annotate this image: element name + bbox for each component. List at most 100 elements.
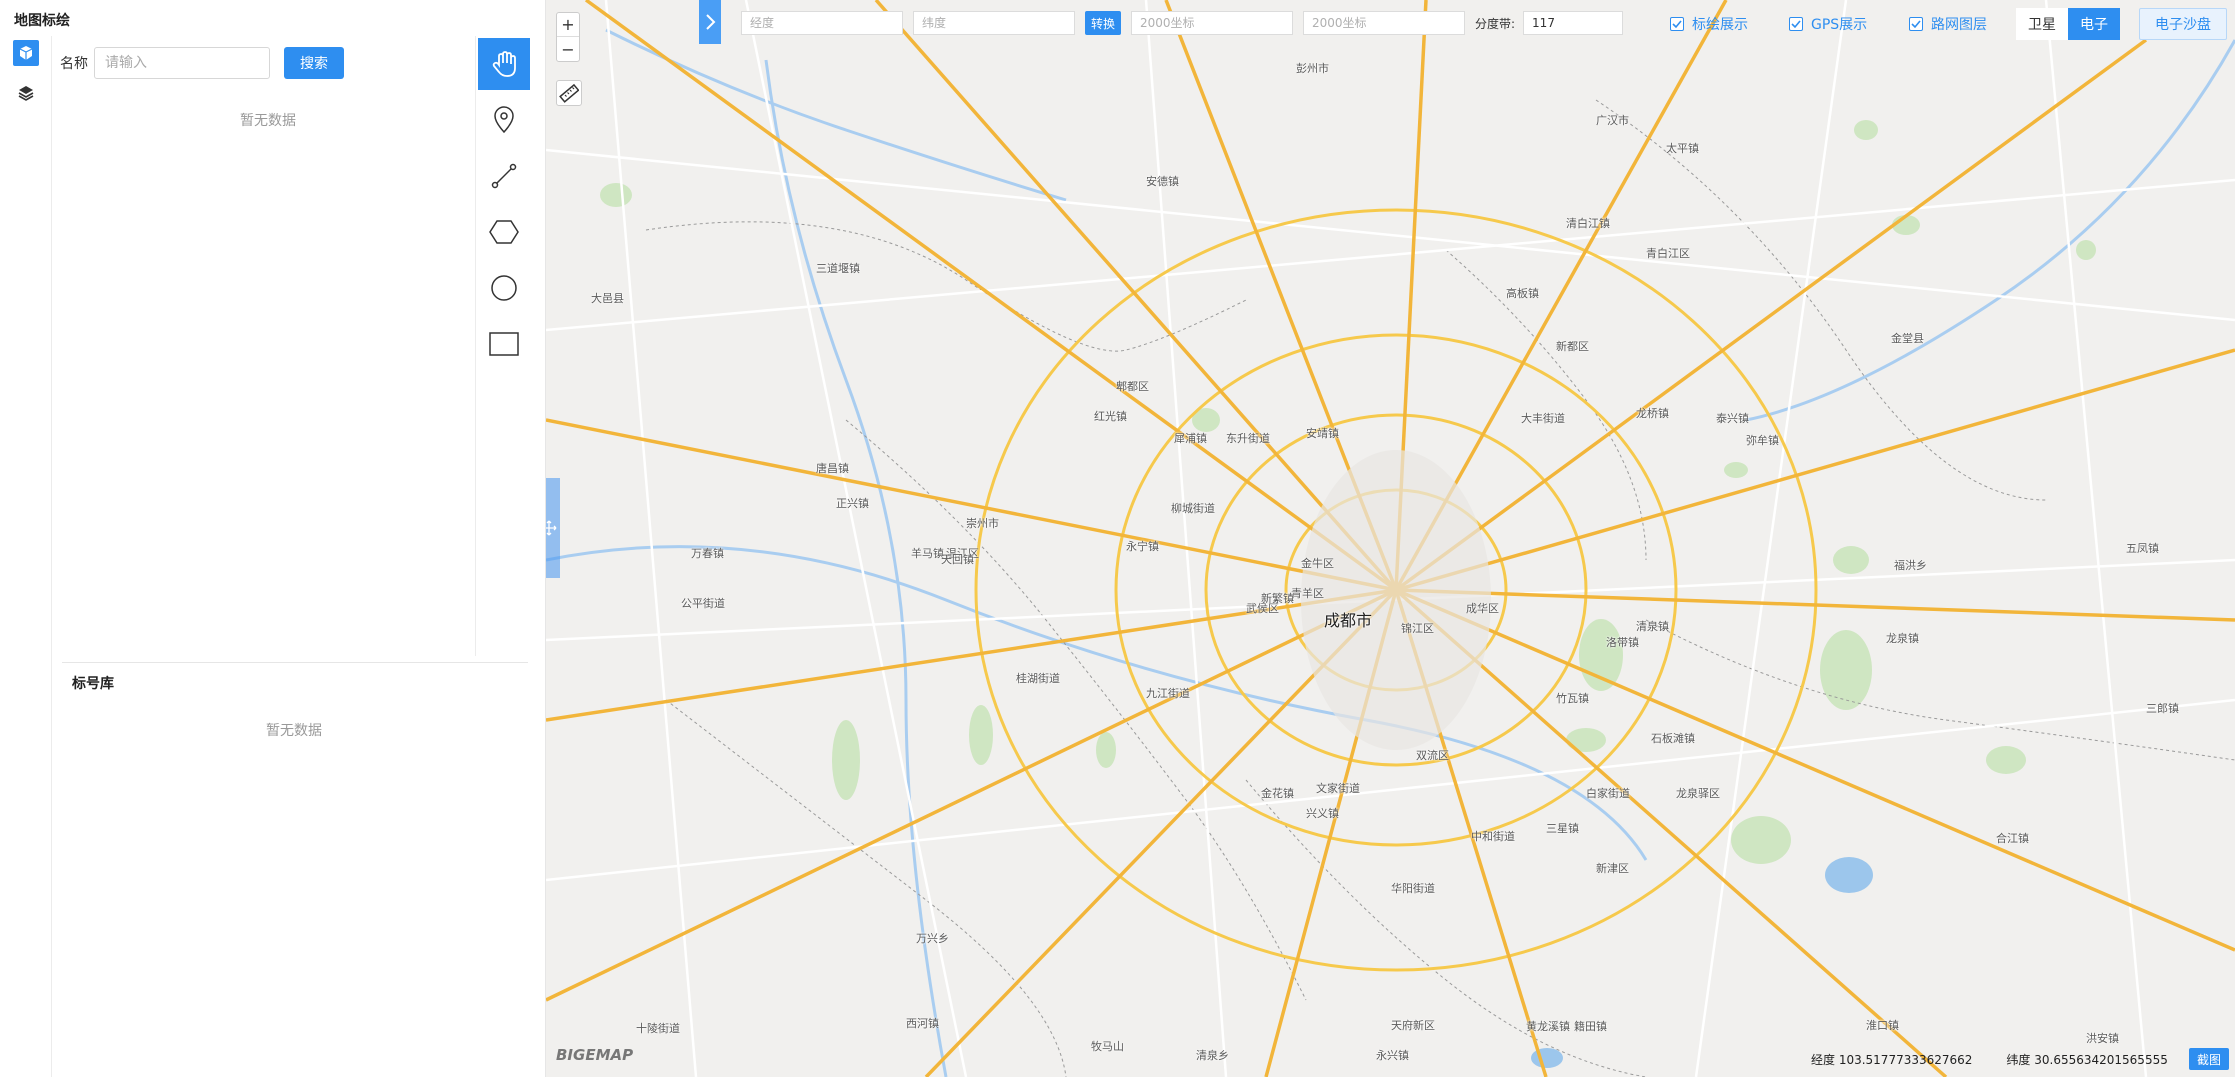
satellite-button[interactable]: 卫星: [2016, 8, 2068, 40]
x2000-input[interactable]: [1131, 11, 1293, 35]
search-button[interactable]: 搜索: [284, 47, 344, 79]
latitude-readout: 纬度 30.655634201565555: [2006, 1053, 2168, 1067]
layers-icon[interactable]: [13, 80, 39, 106]
search-input[interactable]: [94, 47, 270, 79]
convert-button[interactable]: 转换: [1085, 11, 1121, 35]
place-label: 西河镇: [906, 1017, 939, 1030]
place-label: 白家街道: [1586, 787, 1630, 800]
place-label: 万春镇: [691, 547, 724, 560]
place-label: 永兴镇: [1376, 1049, 1409, 1062]
drawing-panel: 地图标绘 名称 搜索 暂无数据 标号库: [0, 0, 546, 1077]
zoom-out-button[interactable]: −: [557, 37, 579, 61]
place-label: 兴义镇: [1306, 807, 1339, 820]
place-label: 合江镇: [1996, 832, 2029, 845]
screenshot-button[interactable]: 截图: [2189, 1048, 2229, 1070]
place-label: 中和街道: [1471, 830, 1515, 843]
bigemap-logo: BIGEMAP: [556, 1046, 634, 1064]
place-label: 大邑县: [591, 292, 624, 305]
place-label: 锦江区: [1401, 622, 1434, 635]
place-label: 清泉乡: [1196, 1049, 1229, 1062]
marker-display-label: 标绘展示: [1692, 17, 1748, 33]
y2000-input[interactable]: [1303, 11, 1465, 35]
place-label: 新都区: [1556, 340, 1589, 353]
coordinate-toolbar: 转换 分度带:: [741, 10, 1624, 36]
search-label: 名称: [60, 56, 88, 72]
road-layer-label: 路网图层: [1931, 17, 1987, 33]
cube-icon[interactable]: [13, 40, 39, 66]
place-label: 成华区: [1466, 602, 1499, 615]
place-label: 九江街道: [1146, 687, 1190, 700]
place-label: 洪安镇: [2086, 1032, 2119, 1045]
place-label: 柳城街道: [1171, 502, 1215, 515]
place-label: 彭州市: [1296, 62, 1329, 75]
place-label: 青白江区: [1646, 247, 1690, 260]
move-icon[interactable]: [546, 478, 560, 578]
place-label: 华阳街道: [1391, 882, 1435, 895]
marker-display-toggle[interactable]: 标绘展示: [1670, 14, 1748, 34]
gps-display-label: GPS展示: [1811, 17, 1868, 33]
longitude-readout: 经度 103.51777333627662: [1811, 1053, 1973, 1067]
checkbox-checked-icon[interactable]: [1789, 17, 1803, 31]
basemap-switch: 卫星 电子: [2016, 8, 2120, 40]
place-label: 天回镇: [941, 553, 974, 566]
zoom-control: + −: [556, 12, 580, 62]
place-label: 唐昌镇: [816, 462, 849, 475]
sandbox-button[interactable]: 电子沙盘: [2139, 8, 2227, 40]
place-label: 郫都区: [1116, 380, 1149, 393]
section-divider: [62, 662, 528, 663]
place-label: 太平镇: [1666, 142, 1699, 155]
place-label: 金花镇: [1261, 787, 1294, 800]
map-canvas[interactable]: [546, 0, 2235, 1077]
zone-input[interactable]: [1523, 11, 1624, 35]
zone-label: 分度带:: [1475, 16, 1516, 31]
place-label: 洛带镇: [1606, 636, 1639, 649]
road-layer-toggle[interactable]: 路网图层: [1909, 14, 1987, 34]
empty-symbols-text: 暂无数据: [266, 723, 322, 739]
place-label: 淮口镇: [1866, 1019, 1899, 1032]
place-label: 五凤镇: [2126, 542, 2159, 555]
map-view[interactable]: 新都区 郫都区 温江区 双流区 龙泉驿区 青白江区 金牛区 武侯区 锦江区 成华区 青羊区 彭州市 广汉…: [546, 0, 2235, 1077]
place-label: 泰兴镇: [1716, 412, 1749, 425]
place-label: 竹瓦镇: [1556, 692, 1589, 705]
place-label: 高板镇: [1506, 287, 1539, 300]
polyline-icon[interactable]: [478, 150, 530, 202]
marker-icon[interactable]: [478, 94, 530, 146]
zoom-in-button[interactable]: +: [557, 13, 579, 37]
place-label: 三道堰镇: [816, 262, 860, 275]
empty-drawings-text: 暂无数据: [240, 113, 296, 129]
place-label: 籍田镇: [1574, 1020, 1607, 1033]
place-label: 桂湖街道: [1016, 672, 1060, 685]
place-label: 天府新区: [1391, 1019, 1435, 1032]
place-label: 新津区: [1596, 862, 1629, 875]
place-label: 犀浦镇: [1174, 432, 1207, 445]
place-label: 牧马山: [1091, 1040, 1124, 1053]
place-label: 公平街道: [681, 597, 725, 610]
city-label: 成都市: [1324, 611, 1373, 630]
place-label: 龙泉镇: [1886, 632, 1919, 645]
place-label: 十陵街道: [636, 1022, 680, 1035]
place-label: 永宁镇: [1126, 540, 1159, 553]
place-label: 石板滩镇: [1651, 732, 1695, 745]
ruler-icon[interactable]: [556, 80, 582, 106]
polygon-icon[interactable]: [478, 206, 530, 258]
icon-rail: [0, 36, 52, 1077]
place-label: 文家街道: [1316, 782, 1360, 795]
circle-icon[interactable]: [478, 262, 530, 314]
place-label: 清泉镇: [1636, 620, 1669, 633]
hand-icon[interactable]: [478, 38, 530, 90]
place-label: 万兴乡: [916, 932, 949, 945]
checkbox-checked-icon[interactable]: [1909, 17, 1923, 31]
rectangle-icon[interactable]: [478, 318, 530, 370]
place-label: 广汉市: [1596, 114, 1629, 127]
place-label: 三郎镇: [2146, 702, 2179, 715]
search-row: 名称 搜索: [60, 46, 344, 80]
place-label: 崇州市: [966, 517, 999, 530]
latitude-input[interactable]: [913, 11, 1075, 35]
checkbox-checked-icon[interactable]: [1670, 17, 1684, 31]
electronic-button[interactable]: 电子: [2068, 8, 2120, 40]
chevron-right-icon[interactable]: [699, 0, 721, 44]
place-label: 福洪乡: [1894, 559, 1927, 572]
longitude-input[interactable]: [741, 11, 903, 35]
gps-display-toggle[interactable]: GPS展示: [1789, 14, 1867, 34]
place-label: 黄龙溪镇: [1526, 1020, 1570, 1033]
